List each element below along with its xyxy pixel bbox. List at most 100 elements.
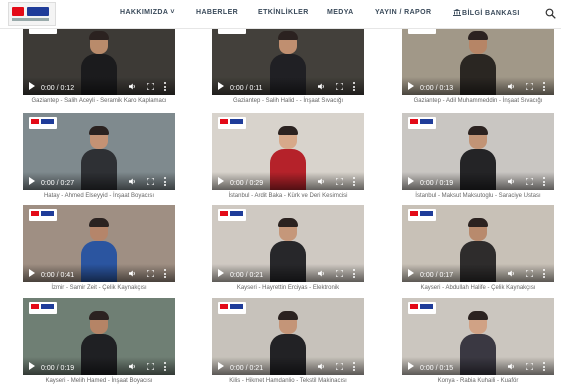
video-player[interactable]: 0:00 / 0:41 xyxy=(23,205,175,282)
video-card: 0:00 / 0:13 Gaziantep - Adil Muhammeddin … xyxy=(402,18,554,104)
volume-icon[interactable] xyxy=(508,363,515,370)
volume-icon[interactable] xyxy=(318,178,325,185)
turkey-flag-icon xyxy=(12,7,24,16)
nav-item-yayin-rapor[interactable]: YAYIN / RAPOR xyxy=(375,9,431,16)
fullscreen-icon[interactable] xyxy=(336,83,343,90)
fullscreen-icon[interactable] xyxy=(147,363,154,370)
video-player[interactable]: 0:00 / 0:21 xyxy=(212,298,364,375)
video-player[interactable]: 0:00 / 0:12 xyxy=(23,18,175,95)
play-icon[interactable] xyxy=(29,362,35,370)
nav-item-hakkimizda[interactable]: HAKKIMIZDA ˅ xyxy=(120,9,175,16)
video-card: 0:00 / 0:12 Gaziantep - Salih Aceyli - Se… xyxy=(23,18,175,104)
volume-icon[interactable] xyxy=(508,178,515,185)
volume-icon[interactable] xyxy=(508,83,515,90)
search-icon[interactable] xyxy=(545,8,556,19)
video-player[interactable]: 0:00 / 0:19 xyxy=(402,113,554,190)
volume-icon[interactable] xyxy=(318,270,325,277)
video-controls: 0:00 / 0:21 xyxy=(212,264,364,282)
play-icon[interactable] xyxy=(218,269,224,277)
fullscreen-icon[interactable] xyxy=(336,270,343,277)
video-controls: 0:00 / 0:12 xyxy=(23,77,175,95)
logo-text-line xyxy=(12,18,49,21)
fullscreen-icon[interactable] xyxy=(147,178,154,185)
video-logo-icon xyxy=(408,117,436,129)
volume-icon[interactable] xyxy=(318,83,325,90)
more-options-icon[interactable] xyxy=(543,269,545,278)
fullscreen-icon[interactable] xyxy=(526,270,533,277)
more-options-icon[interactable] xyxy=(164,177,166,186)
video-caption: Konya - Rabia Kuhaili - Kuaför xyxy=(437,378,519,384)
video-time: 0:00 / 0:15 xyxy=(420,365,454,372)
nav-item-bilgi-bankasi[interactable]: BİLGİ BANKASI xyxy=(453,9,520,17)
volume-icon[interactable] xyxy=(129,270,136,277)
more-options-icon[interactable] xyxy=(353,82,355,91)
volume-icon[interactable] xyxy=(129,83,136,90)
play-icon[interactable] xyxy=(408,362,414,370)
more-options-icon[interactable] xyxy=(543,362,545,371)
play-icon[interactable] xyxy=(218,82,224,90)
video-player[interactable]: 0:00 / 0:11 xyxy=(212,18,364,95)
video-card: 0:00 / 0:19 İstanbul - Maksut Maksutoglu … xyxy=(402,113,554,199)
fullscreen-icon[interactable] xyxy=(147,83,154,90)
fullscreen-icon[interactable] xyxy=(147,270,154,277)
video-logo-icon xyxy=(218,209,246,221)
play-icon[interactable] xyxy=(408,177,414,185)
video-caption: İstanbul - Ardit Baka - Kürk ve Deri Kes… xyxy=(228,193,348,199)
more-options-icon[interactable] xyxy=(543,82,545,91)
video-card: 0:00 / 0:21 Kilis - Hikmet Hamdanlio - Te… xyxy=(212,298,364,384)
video-card: 0:00 / 0:17 Kayseri - Abdullah Halife - Ç… xyxy=(402,205,554,291)
video-card: 0:00 / 0:15 Konya - Rabia Kuhaili - Kuafö… xyxy=(402,298,554,384)
fullscreen-icon[interactable] xyxy=(526,178,533,185)
nav-item-medya[interactable]: MEDYA xyxy=(327,9,354,16)
video-caption: Gaziantep - Adil Muhammeddin - İnşaat Sı… xyxy=(413,98,543,104)
more-options-icon[interactable] xyxy=(164,362,166,371)
video-logo-icon xyxy=(408,302,436,314)
site-logo[interactable] xyxy=(8,2,56,26)
play-icon[interactable] xyxy=(29,177,35,185)
video-controls: 0:00 / 0:17 xyxy=(402,264,554,282)
play-icon[interactable] xyxy=(408,82,414,90)
video-time: 0:00 / 0:21 xyxy=(230,272,264,279)
video-player[interactable]: 0:00 / 0:13 xyxy=(402,18,554,95)
more-options-icon[interactable] xyxy=(164,269,166,278)
volume-icon[interactable] xyxy=(129,363,136,370)
video-caption: Kayseri - Hayrettin Erciyas - Elektronik xyxy=(236,285,340,291)
volume-icon[interactable] xyxy=(508,270,515,277)
video-controls: 0:00 / 0:11 xyxy=(212,77,364,95)
nav-item-bilgi-bankasi-label: BİLGİ BANKASI xyxy=(462,10,520,17)
video-caption: Kayseri - Melih Hamed - İnşaat Boyacısı xyxy=(45,378,153,384)
video-controls: 0:00 / 0:19 xyxy=(402,172,554,190)
volume-icon[interactable] xyxy=(129,178,136,185)
video-player[interactable]: 0:00 / 0:27 xyxy=(23,113,175,190)
more-options-icon[interactable] xyxy=(353,177,355,186)
video-card: 0:00 / 0:29 İstanbul - Ardit Baka - Kürk … xyxy=(212,113,364,199)
more-options-icon[interactable] xyxy=(164,82,166,91)
volume-icon[interactable] xyxy=(318,363,325,370)
video-logo-icon xyxy=(29,302,57,314)
play-icon[interactable] xyxy=(29,269,35,277)
fullscreen-icon[interactable] xyxy=(526,363,533,370)
video-caption: Gaziantep - Salih Halid - - İnşaat Sıvac… xyxy=(232,98,344,104)
play-icon[interactable] xyxy=(218,362,224,370)
video-player[interactable]: 0:00 / 0:15 xyxy=(402,298,554,375)
play-icon[interactable] xyxy=(218,177,224,185)
video-player[interactable]: 0:00 / 0:21 xyxy=(212,205,364,282)
fullscreen-icon[interactable] xyxy=(526,83,533,90)
video-controls: 0:00 / 0:13 xyxy=(402,77,554,95)
more-options-icon[interactable] xyxy=(353,362,355,371)
nav-item-haberler[interactable]: HABERLER xyxy=(196,9,238,16)
play-icon[interactable] xyxy=(29,82,35,90)
play-icon[interactable] xyxy=(408,269,414,277)
fullscreen-icon[interactable] xyxy=(336,363,343,370)
more-options-icon[interactable] xyxy=(543,177,545,186)
nav-item-etkinlikler[interactable]: ETKİNLİKLER xyxy=(258,9,309,16)
video-controls: 0:00 / 0:21 xyxy=(212,357,364,375)
fullscreen-icon[interactable] xyxy=(336,178,343,185)
video-caption: İstanbul - Maksut Maksutoglu - Saraciye … xyxy=(415,193,541,199)
video-controls: 0:00 / 0:19 xyxy=(23,357,175,375)
video-player[interactable]: 0:00 / 0:17 xyxy=(402,205,554,282)
video-player[interactable]: 0:00 / 0:19 xyxy=(23,298,175,375)
video-player[interactable]: 0:00 / 0:29 xyxy=(212,113,364,190)
video-controls: 0:00 / 0:27 xyxy=(23,172,175,190)
more-options-icon[interactable] xyxy=(353,269,355,278)
